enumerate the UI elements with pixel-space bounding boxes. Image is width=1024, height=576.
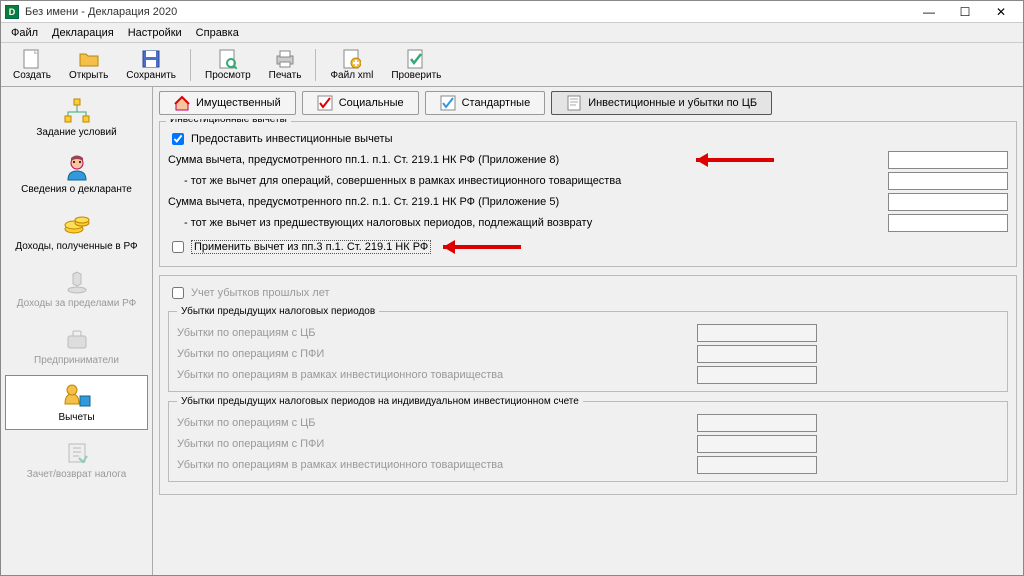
arrow-annotation-icon — [696, 153, 786, 167]
entrepreneur-icon — [62, 325, 92, 353]
sidebar-item-refund[interactable]: Зачет/возврат налога — [5, 432, 148, 487]
iis-it-input[interactable] — [697, 456, 817, 474]
save-icon — [141, 49, 161, 69]
titlebar: D Без имени - Декларация 2020 — ☐ ✕ — [1, 1, 1023, 23]
open-icon — [79, 49, 99, 69]
new-icon — [22, 49, 42, 69]
toolbar-separator — [315, 49, 316, 81]
iis-cb-input[interactable] — [697, 414, 817, 432]
open-button[interactable]: Открыть — [61, 47, 116, 83]
row1a-input[interactable] — [888, 172, 1008, 190]
doc-icon — [566, 95, 582, 111]
check-doc-icon — [317, 95, 333, 111]
menu-declaration[interactable]: Декларация — [46, 25, 120, 41]
app-logo-icon: D — [5, 5, 19, 19]
xml-icon — [342, 49, 362, 69]
window-title: Без имени - Декларация 2020 — [25, 6, 177, 18]
provide-investment-checkbox[interactable]: Предоставить инвестиционные вычеты — [168, 130, 1008, 148]
tab-standard[interactable]: Стандартные — [425, 91, 546, 115]
prev-pfi-input[interactable] — [697, 345, 817, 363]
sidebar-item-income-foreign[interactable]: Доходы за пределами РФ — [5, 261, 148, 316]
sidebar-item-income-rf[interactable]: Доходы, полученные в РФ — [5, 204, 148, 259]
income-rf-icon — [62, 211, 92, 239]
save-button[interactable]: Сохранить — [118, 47, 184, 83]
conditions-icon — [62, 97, 92, 125]
create-button[interactable]: Создать — [5, 47, 59, 83]
check-icon — [406, 49, 426, 69]
arrow-annotation-icon — [443, 240, 533, 254]
apply-pp3-checkbox[interactable]: Применить вычет из пп.3 п.1. Ст. 219.1 Н… — [168, 238, 1008, 256]
sidebar-item-declarant[interactable]: Сведения о декларанте — [5, 147, 148, 202]
menubar: Файл Декларация Настройки Справка — [1, 23, 1023, 43]
row1a-label: - тот же вычет для операций, совершенных… — [168, 175, 688, 187]
menu-settings[interactable]: Настройки — [122, 25, 188, 41]
sidebar-item-conditions[interactable]: Задание условий — [5, 90, 148, 145]
row2a-input[interactable] — [888, 214, 1008, 232]
row2a-label: - тот же вычет из предшествующих налогов… — [168, 217, 688, 229]
preview-icon — [218, 49, 238, 69]
tab-property[interactable]: Имущественный — [159, 91, 296, 115]
check-doc-blue-icon — [440, 95, 456, 111]
preview-button[interactable]: Просмотр — [197, 47, 259, 83]
menu-help[interactable]: Справка — [190, 25, 245, 41]
tab-social[interactable]: Социальные — [302, 91, 419, 115]
refund-icon — [62, 439, 92, 467]
print-icon — [275, 49, 295, 69]
losses-group: Учет убытков прошлых лет Убытки предыдущ… — [159, 275, 1017, 495]
tabbar: Имущественный Социальные Стандартные Инв… — [153, 87, 1023, 119]
main-panel: Имущественный Социальные Стандартные Инв… — [153, 87, 1023, 575]
check-button[interactable]: Проверить — [383, 47, 449, 83]
deductions-icon — [62, 382, 92, 410]
investment-deductions-group: Инвестиционные вычеты Предоставить инвес… — [159, 121, 1017, 267]
print-button[interactable]: Печать — [261, 47, 310, 83]
iis-pfi-input[interactable] — [697, 435, 817, 453]
tab-investment[interactable]: Инвестиционные и убытки по ЦБ — [551, 91, 772, 115]
maximize-button[interactable]: ☐ — [947, 2, 983, 22]
row1-input[interactable] — [888, 151, 1008, 169]
house-icon — [174, 95, 190, 111]
prev-it-input[interactable] — [697, 366, 817, 384]
row1-label: Сумма вычета, предусмотренного пп.1. п.1… — [168, 154, 688, 166]
prev-cb-input[interactable] — [697, 324, 817, 342]
declarant-icon — [62, 154, 92, 182]
prev-periods-fieldset: Убытки предыдущих налоговых периодов Убы… — [168, 306, 1008, 392]
income-foreign-icon — [62, 268, 92, 296]
toolbar: Создать Открыть Сохранить Просмотр Печат… — [1, 43, 1023, 87]
minimize-button[interactable]: — — [911, 2, 947, 22]
row2-label: Сумма вычета, предусмотренного пп.2. п.1… — [168, 196, 688, 208]
sidebar-item-deductions[interactable]: Вычеты — [5, 375, 148, 430]
sidebar: Задание условий Сведения о декларанте До… — [1, 87, 153, 575]
toolbar-separator — [190, 49, 191, 81]
sidebar-item-entrepreneur[interactable]: Предприниматели — [5, 318, 148, 373]
account-losses-checkbox[interactable]: Учет убытков прошлых лет — [168, 284, 1008, 302]
row2-input[interactable] — [888, 193, 1008, 211]
close-button[interactable]: ✕ — [983, 2, 1019, 22]
iis-periods-fieldset: Убытки предыдущих налоговых периодов на … — [168, 396, 1008, 482]
xml-button[interactable]: Файл xml — [322, 47, 381, 83]
menu-file[interactable]: Файл — [5, 25, 44, 41]
